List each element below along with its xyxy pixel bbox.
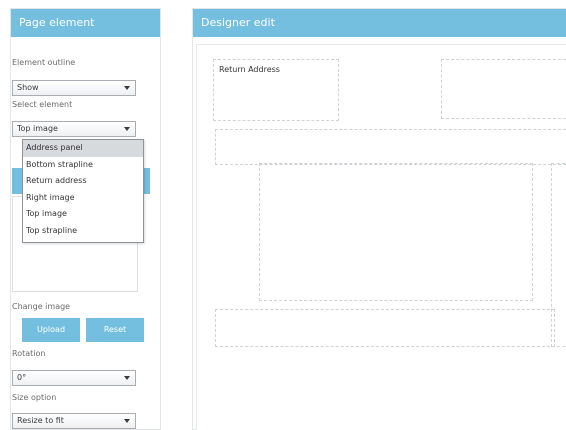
select-element-dropdown: Address panel Bottom strapline Return ad… [22, 139, 144, 243]
designer-edit-title: Designer edit [193, 9, 566, 37]
rotation-value: 0° [17, 373, 27, 382]
dropdown-option-bottom-strapline[interactable]: Bottom strapline [23, 157, 143, 174]
element-outline-select[interactable]: Show [12, 80, 136, 96]
top-strapline-region[interactable] [215, 129, 566, 165]
rotation-label: Rotation [12, 349, 46, 358]
right-image-region[interactable] [441, 59, 566, 119]
app-root: Page element Element outline Show Select… [0, 0, 566, 430]
size-option-label: Size option [12, 393, 57, 402]
reset-button[interactable]: Reset [86, 318, 144, 342]
size-option-value: Resize to fit [17, 416, 64, 425]
change-image-label: Change image [12, 302, 71, 311]
top-image-region[interactable] [259, 163, 533, 301]
page-element-title: Page element [11, 9, 160, 37]
upload-button[interactable]: Upload [22, 318, 80, 342]
select-element-label: Select element [12, 100, 73, 109]
rotation-select[interactable]: 0° [12, 370, 136, 386]
return-address-region[interactable]: Return Address [213, 59, 339, 121]
select-element-value: Top image [17, 124, 58, 133]
dropdown-option-top-image[interactable]: Top image [23, 206, 143, 223]
element-outline-label: Element outline [12, 58, 76, 67]
element-outline-value: Show [17, 83, 39, 92]
chevron-down-icon [124, 376, 130, 380]
dropdown-option-return-address[interactable]: Return address [23, 173, 143, 190]
select-element-select[interactable]: Top image [12, 121, 136, 137]
dropdown-option-right-image[interactable]: Right image [23, 190, 143, 207]
bottom-strapline-region[interactable] [215, 309, 555, 347]
dropdown-option-top-strapline[interactable]: Top strapline [23, 223, 143, 240]
chevron-down-icon [124, 419, 130, 423]
size-option-select[interactable]: Resize to fit [12, 413, 136, 429]
designer-canvas[interactable]: Return Address [196, 44, 566, 430]
chevron-down-icon [124, 127, 130, 131]
return-address-label: Return Address [219, 65, 280, 74]
chevron-down-icon [124, 86, 130, 90]
dropdown-option-address-panel[interactable]: Address panel [23, 140, 143, 157]
